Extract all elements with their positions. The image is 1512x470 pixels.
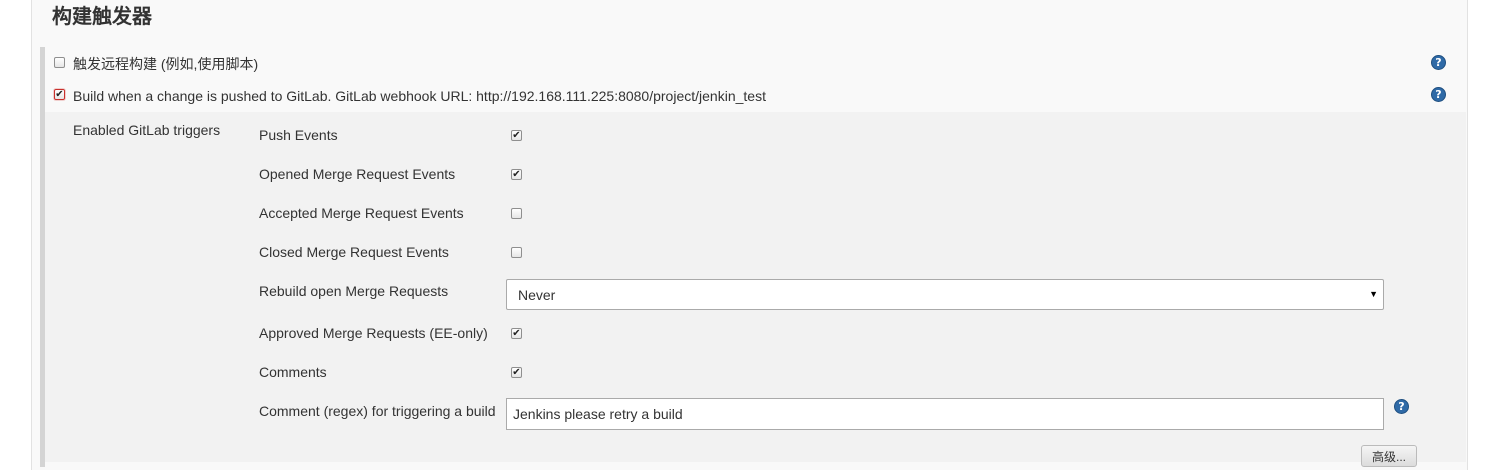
comment-regex-input[interactable]: Jenkins please retry a build (506, 398, 1384, 430)
comment-regex-help-icon[interactable]: ? (1394, 399, 1409, 414)
checkmark-icon: ✔ (55, 88, 64, 100)
advanced-button[interactable]: 高级... (1361, 445, 1417, 467)
rebuild-open-mr-selected-value: Never (518, 287, 556, 303)
checkmark-icon: ✔ (512, 129, 521, 141)
gitlab-trigger-label: Build when a change is pushed to GitLab.… (73, 88, 766, 104)
remote-trigger-help-icon[interactable]: ? (1431, 55, 1446, 70)
checkmark-icon: ✔ (512, 366, 521, 378)
approved-mr-checkbox[interactable]: ✔ (511, 328, 522, 339)
rebuild-open-mr-label: Rebuild open Merge Requests (259, 283, 449, 299)
comments-checkbox[interactable]: ✔ (511, 367, 522, 378)
closed-mr-checkbox[interactable] (511, 247, 522, 258)
approved-mr-label: Approved Merge Requests (EE-only) (259, 325, 488, 341)
accepted-mr-label: Accepted Merge Request Events (259, 205, 464, 221)
remote-trigger-label: 触发远程构建 (例如,使用脚本) (73, 56, 259, 72)
opened-mr-label: Opened Merge Request Events (259, 166, 456, 182)
enabled-gitlab-triggers-heading: Enabled GitLab triggers (73, 122, 221, 138)
opened-mr-checkbox[interactable]: ✔ (511, 169, 522, 180)
dropdown-arrow-icon: ▼ (1369, 289, 1378, 299)
comment-regex-label: Comment (regex) for triggering a build (259, 403, 496, 419)
closed-mr-label: Closed Merge Request Events (259, 244, 449, 260)
gitlab-trigger-checkbox[interactable]: ✔ (54, 89, 65, 100)
checkmark-icon: ✔ (512, 327, 521, 339)
remote-trigger-checkbox[interactable] (54, 57, 65, 68)
section-title: 构建触发器 (52, 6, 152, 28)
push-events-checkbox[interactable]: ✔ (511, 130, 522, 141)
rebuild-open-mr-select[interactable]: Never ▼ (506, 279, 1384, 310)
accepted-mr-checkbox[interactable] (511, 208, 522, 219)
push-events-label: Push Events (259, 127, 338, 143)
checkmark-icon: ✔ (512, 168, 521, 180)
comments-label: Comments (259, 364, 327, 380)
gitlab-trigger-help-icon[interactable]: ? (1431, 87, 1446, 102)
